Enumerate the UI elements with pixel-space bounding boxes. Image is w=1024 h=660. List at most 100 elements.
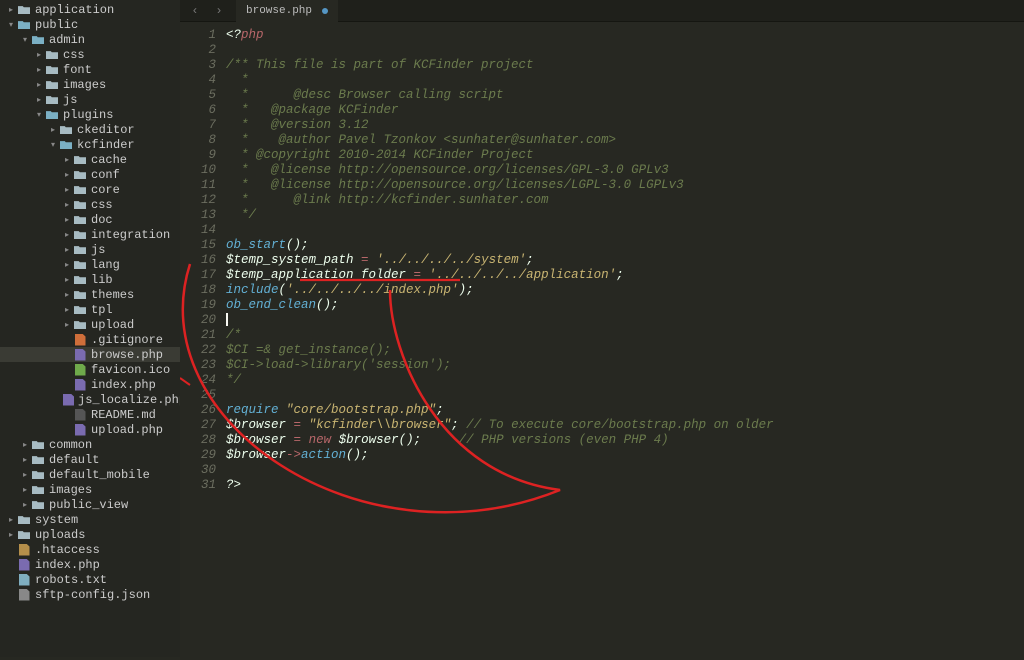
folder-kcfinder[interactable]: ▾kcfinder bbox=[0, 137, 180, 152]
code-line[interactable] bbox=[226, 43, 1024, 58]
file-robots-txt[interactable]: robots.txt bbox=[0, 572, 180, 587]
file-index-php[interactable]: index.php bbox=[0, 377, 180, 392]
disclosure-triangle-icon[interactable]: ▸ bbox=[62, 320, 72, 330]
folder-public[interactable]: ▾public bbox=[0, 17, 180, 32]
code-line[interactable]: * @author Pavel Tzonkov <sunhater@sunhat… bbox=[226, 133, 1024, 148]
disclosure-triangle-icon[interactable]: ▸ bbox=[62, 200, 72, 210]
code-line[interactable]: * @copyright 2010-2014 KCFinder Project bbox=[226, 148, 1024, 163]
folder-js[interactable]: ▸js bbox=[0, 92, 180, 107]
code-line[interactable]: ob_start(); bbox=[226, 238, 1024, 253]
code-line[interactable]: $CI =& get_instance(); bbox=[226, 343, 1024, 358]
folder-tpl[interactable]: ▸tpl bbox=[0, 302, 180, 317]
disclosure-triangle-icon[interactable]: ▸ bbox=[20, 500, 30, 510]
disclosure-triangle-icon[interactable]: ▸ bbox=[20, 440, 30, 450]
code-line[interactable] bbox=[226, 463, 1024, 478]
tab-browse-php[interactable]: browse.php bbox=[236, 0, 338, 22]
folder-lang[interactable]: ▸lang bbox=[0, 257, 180, 272]
code-line[interactable]: * @link http://kcfinder.sunhater.com bbox=[226, 193, 1024, 208]
disclosure-triangle-icon[interactable]: ▾ bbox=[48, 140, 58, 150]
code-line[interactable]: $browser = "kcfinder\\browser"; // To ex… bbox=[226, 418, 1024, 433]
folder-core[interactable]: ▸core bbox=[0, 182, 180, 197]
file-tree[interactable]: ▸application▾public▾admin▸css▸font▸image… bbox=[0, 0, 180, 657]
code-line[interactable]: * @package KCFinder bbox=[226, 103, 1024, 118]
disclosure-triangle-icon[interactable]: ▸ bbox=[6, 530, 16, 540]
code-line[interactable]: <?php bbox=[226, 28, 1024, 43]
disclosure-triangle-icon[interactable]: ▸ bbox=[6, 5, 16, 15]
code-line[interactable]: */ bbox=[226, 208, 1024, 223]
disclosure-triangle-icon[interactable]: ▸ bbox=[62, 245, 72, 255]
disclosure-triangle-icon[interactable]: ▸ bbox=[34, 80, 44, 90]
disclosure-triangle-icon[interactable]: ▸ bbox=[62, 215, 72, 225]
folder-common[interactable]: ▸common bbox=[0, 437, 180, 452]
disclosure-triangle-icon[interactable]: ▾ bbox=[34, 110, 44, 120]
disclosure-triangle-icon[interactable]: ▸ bbox=[62, 185, 72, 195]
code-line[interactable]: ob_end_clean(); bbox=[226, 298, 1024, 313]
disclosure-triangle-icon[interactable]: ▸ bbox=[62, 170, 72, 180]
folder-application[interactable]: ▸application bbox=[0, 2, 180, 17]
code-line[interactable] bbox=[226, 313, 1024, 328]
code-line[interactable]: * @desc Browser calling script bbox=[226, 88, 1024, 103]
file--htaccess[interactable]: .htaccess bbox=[0, 542, 180, 557]
folder-upload[interactable]: ▸upload bbox=[0, 317, 180, 332]
disclosure-triangle-icon[interactable]: ▸ bbox=[20, 455, 30, 465]
folder-conf[interactable]: ▸conf bbox=[0, 167, 180, 182]
history-forward-button[interactable]: › bbox=[212, 4, 226, 18]
folder-js[interactable]: ▸js bbox=[0, 242, 180, 257]
code-line[interactable]: $CI->load->library('session'); bbox=[226, 358, 1024, 373]
disclosure-triangle-icon[interactable]: ▸ bbox=[62, 155, 72, 165]
folder-font[interactable]: ▸font bbox=[0, 62, 180, 77]
folder-ckeditor[interactable]: ▸ckeditor bbox=[0, 122, 180, 137]
disclosure-triangle-icon[interactable]: ▸ bbox=[34, 65, 44, 75]
code-line[interactable]: /** This file is part of KCFinder projec… bbox=[226, 58, 1024, 73]
folder-default-mobile[interactable]: ▸default_mobile bbox=[0, 467, 180, 482]
disclosure-triangle-icon[interactable]: ▸ bbox=[62, 305, 72, 315]
code-line[interactable]: /* bbox=[226, 328, 1024, 343]
folder-doc[interactable]: ▸doc bbox=[0, 212, 180, 227]
folder-admin[interactable]: ▾admin bbox=[0, 32, 180, 47]
disclosure-triangle-icon[interactable]: ▸ bbox=[20, 485, 30, 495]
code-line[interactable]: * @version 3.12 bbox=[226, 118, 1024, 133]
folder-uploads[interactable]: ▸uploads bbox=[0, 527, 180, 542]
folder-themes[interactable]: ▸themes bbox=[0, 287, 180, 302]
code-line[interactable]: $temp_system_path = '../../../../system'… bbox=[226, 253, 1024, 268]
file-js-localize-php[interactable]: js_localize.php bbox=[0, 392, 180, 407]
file-index-php[interactable]: index.php bbox=[0, 557, 180, 572]
folder-images[interactable]: ▸images bbox=[0, 77, 180, 92]
file--gitignore[interactable]: .gitignore bbox=[0, 332, 180, 347]
code-content[interactable]: <?php /** This file is part of KCFinder p… bbox=[224, 22, 1024, 657]
folder-integration[interactable]: ▸integration bbox=[0, 227, 180, 242]
file-sftp-config-json[interactable]: sftp-config.json bbox=[0, 587, 180, 602]
code-line[interactable]: * @license http://opensource.org/license… bbox=[226, 178, 1024, 193]
code-line[interactable] bbox=[226, 388, 1024, 403]
disclosure-triangle-icon[interactable]: ▸ bbox=[48, 125, 58, 135]
file-upload-php[interactable]: upload.php bbox=[0, 422, 180, 437]
code-line[interactable] bbox=[226, 223, 1024, 238]
code-line[interactable]: include('../../../../index.php'); bbox=[226, 283, 1024, 298]
code-line[interactable]: */ bbox=[226, 373, 1024, 388]
disclosure-triangle-icon[interactable]: ▸ bbox=[20, 470, 30, 480]
disclosure-triangle-icon[interactable]: ▾ bbox=[6, 20, 16, 30]
file-readme-md[interactable]: README.md bbox=[0, 407, 180, 422]
code-line[interactable]: $temp_application_folder = '../../../../… bbox=[226, 268, 1024, 283]
code-line[interactable]: $browser->action(); bbox=[226, 448, 1024, 463]
folder-cache[interactable]: ▸cache bbox=[0, 152, 180, 167]
folder-images[interactable]: ▸images bbox=[0, 482, 180, 497]
folder-css[interactable]: ▸css bbox=[0, 197, 180, 212]
folder-system[interactable]: ▸system bbox=[0, 512, 180, 527]
disclosure-triangle-icon[interactable]: ▸ bbox=[62, 260, 72, 270]
disclosure-triangle-icon[interactable]: ▸ bbox=[62, 290, 72, 300]
code-line[interactable]: require "core/bootstrap.php"; bbox=[226, 403, 1024, 418]
code-line[interactable]: $browser = new $browser(); // PHP versio… bbox=[226, 433, 1024, 448]
code-line[interactable]: * @license http://opensource.org/license… bbox=[226, 163, 1024, 178]
code-line[interactable]: ?> bbox=[226, 478, 1024, 493]
code-area[interactable]: 1234567891011121314151617181920212223242… bbox=[180, 22, 1024, 657]
folder-default[interactable]: ▸default bbox=[0, 452, 180, 467]
disclosure-triangle-icon[interactable]: ▾ bbox=[20, 35, 30, 45]
folder-plugins[interactable]: ▾plugins bbox=[0, 107, 180, 122]
folder-lib[interactable]: ▸lib bbox=[0, 272, 180, 287]
disclosure-triangle-icon[interactable]: ▸ bbox=[6, 515, 16, 525]
code-line[interactable]: * bbox=[226, 73, 1024, 88]
folder-public-view[interactable]: ▸public_view bbox=[0, 497, 180, 512]
file-browse-php[interactable]: browse.php bbox=[0, 347, 180, 362]
disclosure-triangle-icon[interactable]: ▸ bbox=[34, 95, 44, 105]
